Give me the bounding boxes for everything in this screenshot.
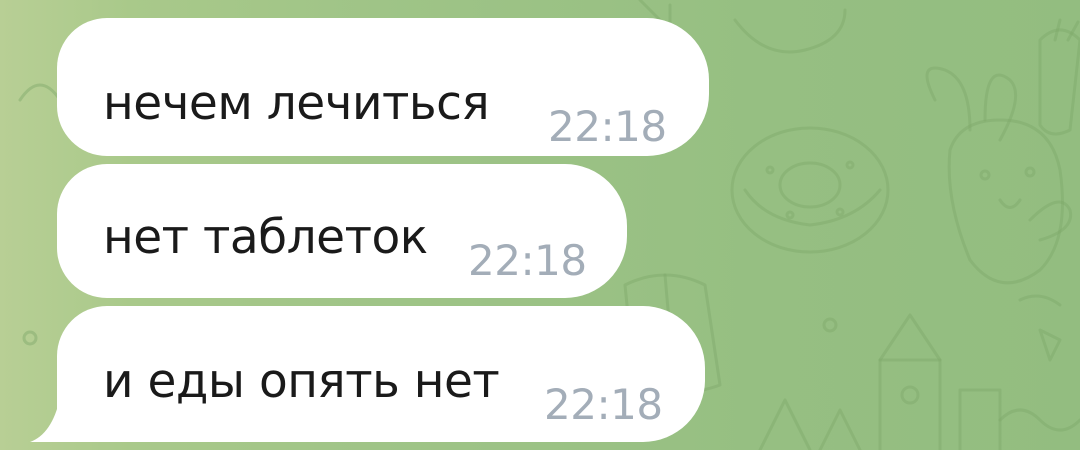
carrot-doodle [1038,18,1080,136]
message-text: нечем лечиться [103,76,490,131]
castle-doodle [758,313,1002,450]
message-bubble[interactable]: нечем лечиться 22:18 [57,18,709,156]
donut-doodle [730,126,890,254]
message-bubble[interactable]: нет таблеток 22:18 [57,164,627,298]
message-text: нет таблеток [103,210,428,265]
message-text: и еды опять нет [103,354,500,409]
message-time: 22:18 [548,102,667,151]
message-time: 22:18 [544,380,663,429]
message-bubble[interactable]: и еды опять нет 22:18 [57,306,705,442]
bunny-doodle [925,66,1073,285]
message-time: 22:18 [468,236,587,285]
